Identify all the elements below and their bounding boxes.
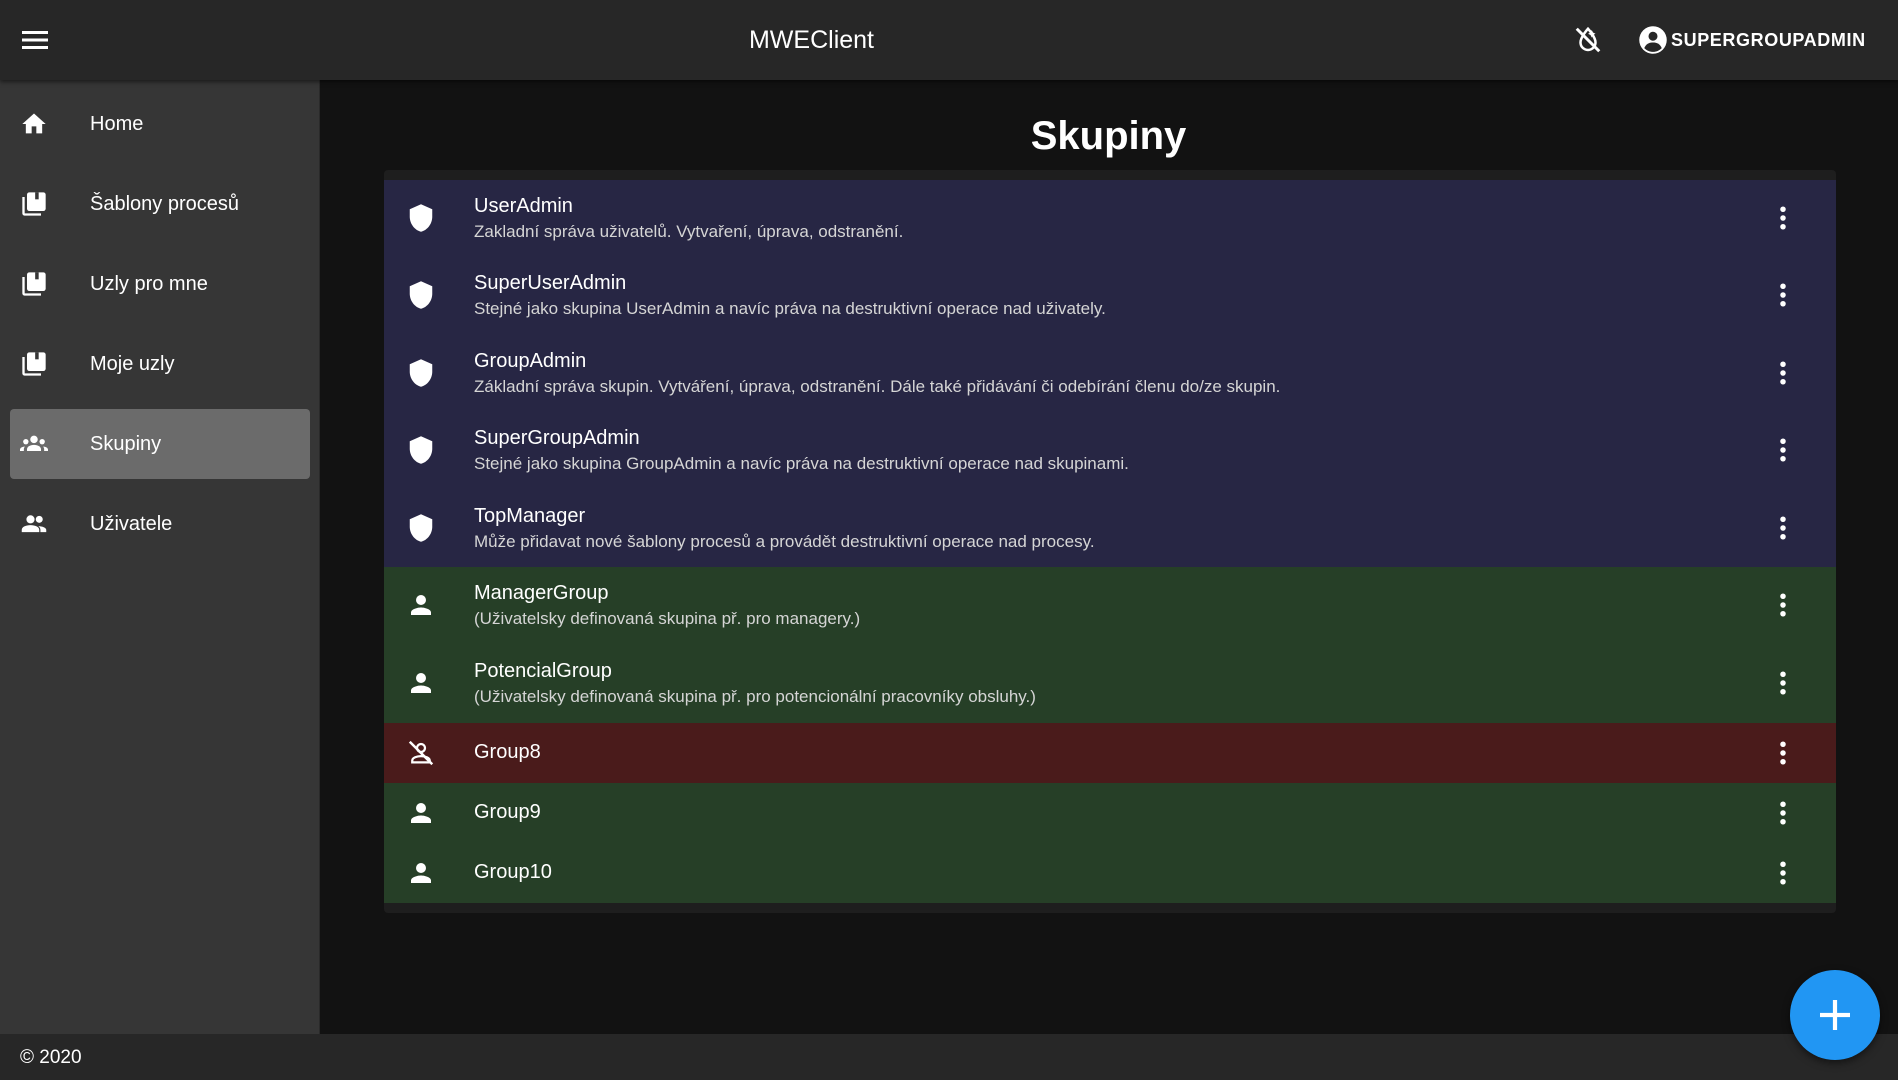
group-name: Group8 <box>474 741 541 763</box>
group-description: (Uživatelsky definovaná skupina př. pro … <box>474 687 1036 706</box>
more-vert-icon[interactable] <box>1768 858 1798 888</box>
page-title: Skupiny <box>1030 114 1187 158</box>
sidebar-item-sablony-procesu[interactable]: Šablony procesů <box>10 169 310 239</box>
sidebar-item-label: Uzly pro mne <box>90 272 208 295</box>
add-group-button[interactable] <box>1790 970 1880 1060</box>
sidebar-item-label: Skupiny <box>90 432 162 455</box>
library-books-icon <box>22 272 46 296</box>
group-name: SuperUserAdmin <box>474 272 627 294</box>
group-description: Základní správa skupin. Vytváření, úprav… <box>474 377 1281 396</box>
more-vert-icon[interactable] <box>1768 435 1798 465</box>
group-description: (Uživatelsky definovaná skupina př. pro … <box>474 609 861 628</box>
shield-icon <box>409 359 433 387</box>
home-icon <box>22 113 46 134</box>
person-icon <box>411 673 431 693</box>
more-vert-icon[interactable] <box>1768 738 1798 768</box>
person-icon <box>411 803 431 823</box>
sidebar-item-label: Uživatele <box>90 512 173 535</box>
more-vert-icon[interactable] <box>1768 590 1798 620</box>
account-button[interactable]: SUPERGROUPADMIN <box>1638 24 1866 56</box>
group-name: Group10 <box>474 861 552 883</box>
group-name: Group9 <box>474 801 541 823</box>
app-title: MWEClient <box>748 26 874 54</box>
list-item[interactable]: Group10 <box>384 843 1836 903</box>
more-vert-icon[interactable] <box>1768 513 1798 543</box>
group-name: TopManager <box>474 505 586 527</box>
sidebar-item-moje-uzly[interactable]: Moje uzly <box>10 329 310 399</box>
groups-list: UserAdmin Zakladní správa uživatelů. Vyt… <box>384 170 1836 913</box>
account-circle-icon <box>1639 26 1667 54</box>
sidebar-item-skupiny[interactable]: Skupiny <box>10 409 310 479</box>
groups-icon <box>20 435 48 451</box>
shield-icon <box>409 514 433 542</box>
list-item[interactable]: GroupAdmin Základní správa skupin. Vytvá… <box>384 335 1836 412</box>
more-vert-icon[interactable] <box>1768 358 1798 388</box>
list-item[interactable]: Group8 <box>384 723 1836 783</box>
sidebar-item-home[interactable]: Home <box>10 89 310 159</box>
more-vert-icon[interactable] <box>1768 203 1798 233</box>
group-name: ManagerGroup <box>474 582 609 604</box>
list-item[interactable]: TopManager Může přidavat nové šablony pr… <box>384 490 1836 567</box>
list-item[interactable]: PotencialGroup (Uživatelsky definovaná s… <box>384 645 1836 723</box>
list-item[interactable]: ManagerGroup (Uživatelsky definovaná sku… <box>384 567 1836 645</box>
invert-colors-off-icon <box>1575 26 1601 53</box>
shield-icon <box>409 281 433 309</box>
group-description: Stejné jako skupina UserAdmin a navíc pr… <box>474 299 1106 318</box>
group-description: Zakladní správa uživatelů. Vytvaření, úp… <box>474 222 904 241</box>
person-off-icon <box>408 740 434 766</box>
people-icon <box>21 515 47 533</box>
sidebar-item-uzly-pro-mne[interactable]: Uzly pro mne <box>10 249 310 319</box>
list-item[interactable]: UserAdmin Zakladní správa uživatelů. Vyt… <box>384 180 1836 257</box>
library-books-icon <box>22 352 46 376</box>
sidebar: Home Šablony procesů Uzly pro mne Moje u… <box>0 80 320 1034</box>
group-name: UserAdmin <box>474 195 573 217</box>
sidebar-item-label: Home <box>90 112 144 135</box>
library-books-icon <box>22 192 46 216</box>
list-item[interactable]: SuperGroupAdmin Stejné jako skupina Grou… <box>384 412 1836 490</box>
copyright-text: © 2020 <box>20 1047 82 1068</box>
more-vert-icon[interactable] <box>1768 668 1798 698</box>
sidebar-item-label: Moje uzly <box>90 352 175 375</box>
group-description: Může přidavat nové šablony procesů a pro… <box>474 532 1095 551</box>
person-icon <box>411 863 431 883</box>
theme-toggle-button[interactable] <box>1572 24 1604 56</box>
add-icon <box>1820 1000 1850 1030</box>
group-description: Stejné jako skupina GroupAdmin a navíc p… <box>474 454 1129 473</box>
group-name: PotencialGroup <box>474 660 612 682</box>
more-vert-icon[interactable] <box>1768 798 1798 828</box>
footer: © 2020 <box>0 1034 1898 1080</box>
list-item[interactable]: SuperUserAdmin Stejné jako skupina UserA… <box>384 257 1836 335</box>
account-name: SUPERGROUPADMIN <box>1671 29 1866 50</box>
sidebar-item-label: Šablony procesů <box>90 192 239 215</box>
list-item[interactable]: Group9 <box>384 783 1836 843</box>
shield-icon <box>409 436 433 464</box>
group-name: GroupAdmin <box>474 350 587 372</box>
group-name: SuperGroupAdmin <box>474 427 640 449</box>
person-icon <box>411 595 431 615</box>
app-bar: MWEClient SUPERGROUPADMIN <box>0 0 1898 80</box>
shield-icon <box>409 204 433 232</box>
sidebar-item-uzivatele[interactable]: Uživatele <box>10 489 310 559</box>
more-vert-icon[interactable] <box>1768 280 1798 310</box>
